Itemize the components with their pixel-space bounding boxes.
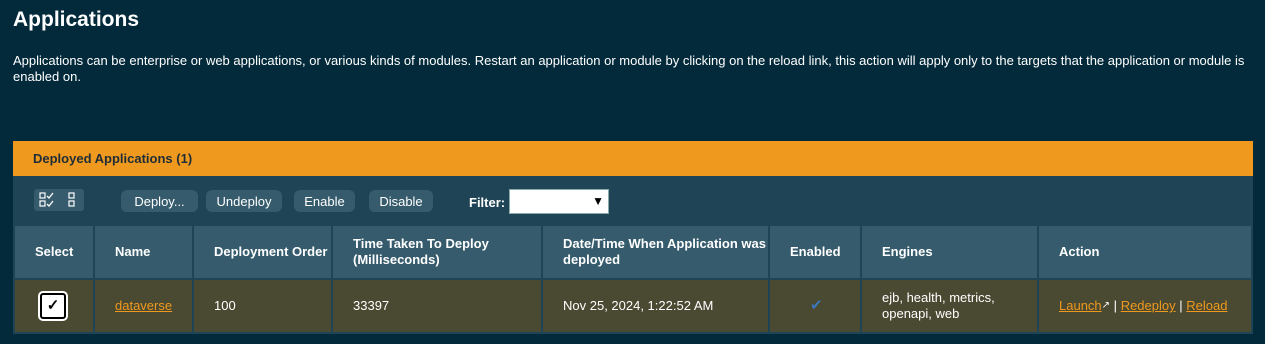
deployment-order-cell: 100 bbox=[194, 278, 333, 334]
redeploy-link[interactable]: Redeploy bbox=[1121, 298, 1176, 313]
filter-select[interactable]: ▼ bbox=[509, 189, 609, 214]
select-all-icon[interactable] bbox=[38, 191, 56, 209]
row-select-checkbox[interactable]: ✓ bbox=[38, 291, 68, 321]
engines-cell: ejb, health, metrics, openapi, web bbox=[862, 278, 1039, 334]
action-separator: | bbox=[1179, 298, 1183, 313]
undeploy-button[interactable]: Undeploy bbox=[206, 190, 282, 212]
table-row: ✓ dataverse 100 33397 Nov 25, 2024, 1:22… bbox=[13, 278, 1253, 334]
application-name-link[interactable]: dataverse bbox=[115, 298, 172, 313]
column-header-select[interactable]: Select bbox=[13, 224, 95, 278]
applications-table: Select Name Deployment Order Time Taken … bbox=[13, 224, 1253, 334]
action-cell: Launch↗ | Redeploy | Reload bbox=[1039, 278, 1253, 334]
deselect-all-icon[interactable] bbox=[63, 191, 81, 209]
toolbar: Deploy... Undeploy Enable Disable Filter… bbox=[13, 178, 1253, 224]
checkmark-icon: ✓ bbox=[46, 297, 60, 314]
action-separator: | bbox=[1113, 298, 1118, 313]
external-link-icon: ↗ bbox=[1101, 300, 1111, 311]
panel-header: Deployed Applications (1) bbox=[13, 141, 1253, 178]
time-taken-cell: 33397 bbox=[333, 278, 543, 334]
column-header-deployment-order[interactable]: Deployment Order bbox=[194, 224, 333, 278]
column-header-enabled[interactable]: Enabled bbox=[770, 224, 862, 278]
deployed-at-cell: Nov 25, 2024, 1:22:52 AM bbox=[543, 278, 770, 334]
column-header-engines[interactable]: Engines bbox=[862, 224, 1039, 278]
launch-link[interactable]: Launch bbox=[1059, 298, 1102, 313]
page-title: Applications bbox=[13, 8, 140, 31]
deployed-applications-panel: Deployed Applications (1) Deploy... Unde… bbox=[13, 141, 1253, 334]
select-cell: ✓ bbox=[13, 278, 95, 334]
filter-label: Filter: bbox=[469, 195, 506, 210]
page-description: Applications can be enterprise or web ap… bbox=[13, 53, 1245, 84]
dropdown-arrow-icon: ▼ bbox=[592, 194, 604, 208]
column-header-name[interactable]: Name bbox=[95, 224, 194, 278]
enabled-check-icon: ✔ bbox=[810, 297, 823, 314]
reload-link[interactable]: Reload bbox=[1186, 298, 1227, 313]
selection-icons bbox=[34, 189, 84, 211]
name-cell: dataverse bbox=[95, 278, 194, 334]
disable-button[interactable]: Disable bbox=[369, 190, 433, 212]
deploy-button[interactable]: Deploy... bbox=[121, 190, 198, 212]
column-header-time-taken[interactable]: Time Taken To Deploy (Milliseconds) bbox=[333, 224, 543, 278]
enabled-cell: ✔ bbox=[770, 278, 862, 334]
enable-button[interactable]: Enable bbox=[294, 190, 355, 212]
column-header-action[interactable]: Action bbox=[1039, 224, 1253, 278]
table-header-row: Select Name Deployment Order Time Taken … bbox=[13, 224, 1253, 278]
column-header-deployed-at[interactable]: Date/Time When Application was deployed bbox=[543, 224, 770, 278]
